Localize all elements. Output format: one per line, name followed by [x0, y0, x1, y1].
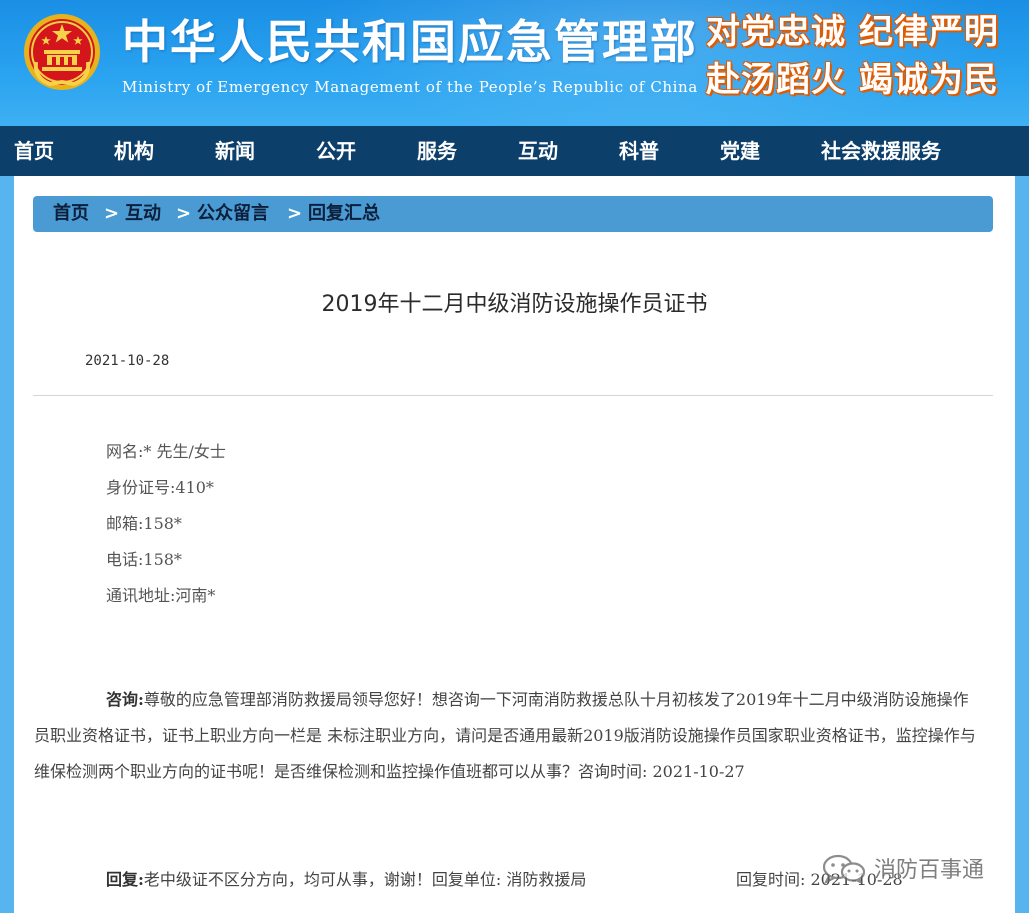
wechat-icon [822, 854, 866, 884]
reply-paragraph: 回复:老中级证不区分方向，均可从事，谢谢！回复单位: 消防救援局 [106, 866, 586, 890]
info-id-number: 身份证号:410* [106, 478, 214, 497]
breadcrumb-public-messages[interactable]: 公众留言 [197, 196, 269, 232]
breadcrumb-separator: > [287, 203, 303, 224]
national-emblem-icon[interactable] [22, 12, 102, 92]
breadcrumb: 首页 > 互动 > 公众留言 > 回复汇总 [33, 196, 993, 232]
nav-item-organization[interactable]: 机构 [114, 126, 154, 176]
divider [33, 395, 993, 396]
breadcrumb-separator: > [104, 203, 120, 224]
nav-item-interaction[interactable]: 互动 [518, 126, 558, 176]
nav-item-public[interactable]: 公开 [316, 126, 356, 176]
nav-item-news[interactable]: 新闻 [215, 126, 255, 176]
nav-item-home[interactable]: 首页 [14, 126, 54, 176]
reply-text: 老中级证不区分方向，均可从事，谢谢！回复单位: 消防救援局 [143, 870, 587, 889]
breadcrumb-reply-summary[interactable]: 回复汇总 [308, 196, 380, 232]
question-text: 尊敬的应急管理部消防救援局领导您好！想咨询一下河南消防救援总队十月初核发了201… [34, 690, 976, 781]
nav-item-party[interactable]: 党建 [720, 126, 760, 176]
site-title[interactable]: 中华人民共和国应急管理部 [122, 12, 698, 72]
nav-item-science[interactable]: 科普 [619, 126, 659, 176]
watermark-text: 消防百事通 [874, 858, 985, 883]
main-nav: 首页 机构 新闻 公开 服务 互动 科普 党建 社会救援服务 [0, 126, 1029, 176]
breadcrumb-home[interactable]: 首页 [53, 196, 89, 232]
content-panel: 首页 > 互动 > 公众留言 > 回复汇总 2019年十二月中级消防设施操作员证… [14, 176, 1015, 913]
reply-label: 回复: [106, 870, 144, 889]
info-email: 邮箱:158* [106, 514, 182, 533]
site-subtitle: Ministry of Emergency Management of the … [122, 78, 698, 96]
breadcrumb-interaction[interactable]: 互动 [125, 196, 161, 232]
site-header: 中华人民共和国应急管理部 Ministry of Emergency Manag… [0, 0, 1029, 126]
question-label: 咨询: [106, 690, 144, 709]
article-title: 2019年十二月中级消防设施操作员证书 [321, 292, 708, 317]
slogan-line-2: 赴汤蹈火 竭诚为民 [706, 60, 999, 100]
info-nickname: 网名:* 先生/女士 [106, 442, 226, 461]
slogan-line-1: 对党忠诚 纪律严明 [706, 12, 999, 52]
nav-item-social-rescue[interactable]: 社会救援服务 [821, 126, 941, 176]
info-phone: 电话:158* [106, 550, 182, 569]
question-paragraph: 咨询:尊敬的应急管理部消防救援局领导您好！想咨询一下河南消防救援总队十月初核发了… [34, 682, 984, 790]
nav-item-services[interactable]: 服务 [417, 126, 457, 176]
info-address: 通讯地址:河南* [106, 586, 216, 605]
breadcrumb-separator: > [176, 203, 192, 224]
article-date: 2021-10-28 [85, 353, 170, 369]
